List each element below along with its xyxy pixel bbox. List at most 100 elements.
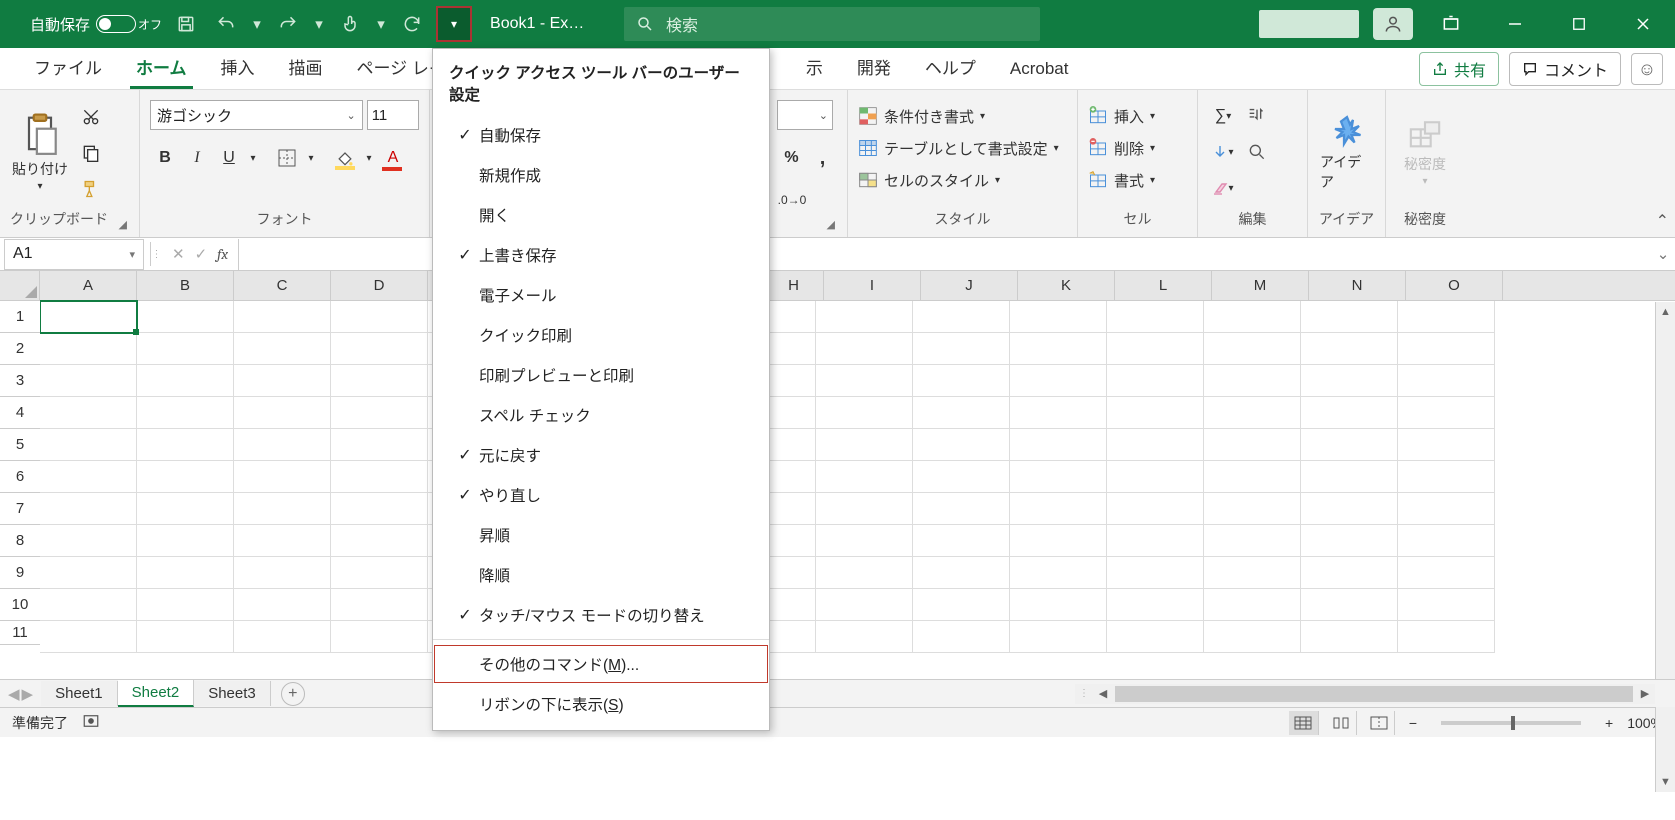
cell[interactable] [816,365,913,397]
page-break-view-icon[interactable] [1365,711,1395,735]
cell[interactable] [137,621,234,653]
cell[interactable] [816,621,913,653]
scroll-down-icon[interactable]: ▼ [1656,772,1675,792]
cell[interactable] [816,397,913,429]
cell[interactable] [137,589,234,621]
cell[interactable] [1204,493,1301,525]
col-header[interactable]: A [40,271,137,300]
cell[interactable] [1398,557,1495,589]
qat-menu-item[interactable]: ✓やり直し [433,475,769,515]
repeat-icon[interactable] [396,8,428,40]
cell[interactable] [40,525,137,557]
sheet-tab[interactable]: Sheet3 [194,681,271,706]
cell[interactable] [1107,429,1204,461]
fill-dropdown[interactable]: ▾ [362,144,376,172]
cell[interactable] [1204,525,1301,557]
cancel-formula-icon[interactable]: ✕ [172,245,185,263]
cell[interactable] [1010,493,1107,525]
percent-button[interactable]: % [777,144,806,172]
cell[interactable] [40,301,137,333]
cell[interactable] [816,461,913,493]
cell[interactable] [1010,365,1107,397]
border-button[interactable] [272,144,302,172]
cell[interactable] [1398,365,1495,397]
col-header[interactable]: C [234,271,331,300]
cell[interactable] [1301,493,1398,525]
cell[interactable] [234,557,331,589]
cell[interactable] [1204,301,1301,333]
cell[interactable] [1301,301,1398,333]
bold-button[interactable]: B [150,144,180,172]
ideas-button[interactable]: アイデア [1318,112,1375,194]
enter-formula-icon[interactable]: ✓ [195,245,208,263]
cell[interactable] [816,493,913,525]
cell[interactable] [40,589,137,621]
cell[interactable] [331,397,428,429]
cell[interactable] [40,557,137,589]
cell[interactable] [137,333,234,365]
tab-view-partial[interactable]: 示 [802,46,839,89]
redo-icon[interactable] [272,8,304,40]
cell[interactable] [1010,397,1107,429]
cell[interactable] [1204,333,1301,365]
cell[interactable] [137,557,234,589]
qat-customize-button[interactable]: ▾ [436,6,472,42]
underline-dropdown[interactable]: ▾ [246,144,260,172]
cell[interactable] [816,301,913,333]
cell[interactable] [331,589,428,621]
account-name-placeholder[interactable] [1259,10,1359,38]
col-header[interactable]: B [137,271,234,300]
cell[interactable] [1107,301,1204,333]
cell[interactable] [137,365,234,397]
cell[interactable] [913,333,1010,365]
format-painter-icon[interactable] [76,175,106,203]
cell[interactable] [40,429,137,461]
col-header[interactable]: N [1309,271,1406,300]
cell[interactable] [1301,589,1398,621]
comment-button[interactable]: コメント [1509,52,1621,86]
cell[interactable] [1107,333,1204,365]
share-button[interactable]: 共有 [1419,52,1499,86]
col-header[interactable]: M [1212,271,1309,300]
minimize-icon[interactable] [1483,0,1547,48]
cell[interactable] [913,525,1010,557]
cell[interactable] [1204,397,1301,429]
row-header[interactable]: 5 [0,429,40,461]
cell[interactable] [234,365,331,397]
qat-menu-item[interactable]: 昇順 [433,515,769,555]
expand-formula-bar-icon[interactable]: ⌄ [1651,245,1675,263]
qat-menu-item[interactable]: クイック印刷 [433,315,769,355]
cell[interactable] [331,621,428,653]
border-dropdown[interactable]: ▾ [304,144,318,172]
fx-button[interactable]: fx [217,245,228,263]
cell[interactable] [1398,429,1495,461]
cell[interactable] [1204,589,1301,621]
find-select-button[interactable] [1242,138,1272,166]
row-header[interactable]: 6 [0,461,40,493]
search-box[interactable]: 検索 [624,7,1040,41]
font-size-select[interactable]: 11 [367,100,419,130]
decrease-decimal-button[interactable]: .0→0 [777,186,807,214]
scroll-up-icon[interactable]: ▲ [1656,302,1675,322]
row-header[interactable]: 11 [0,621,40,645]
qat-menu-item[interactable]: 印刷プレビューと印刷 [433,355,769,395]
delete-cells-button[interactable]: 削除▾ [1088,134,1187,162]
tab-draw[interactable]: 描画 [273,46,339,89]
sheet-nav[interactable]: ◀▶ [0,685,41,703]
macro-record-icon[interactable] [82,712,100,733]
feedback-icon[interactable]: ☺ [1631,53,1663,85]
cell[interactable] [234,493,331,525]
number-format-select[interactable]: ⌄ [777,100,833,130]
qat-menu-item[interactable]: ✓自動保存 [433,115,769,155]
cell[interactable] [1301,429,1398,461]
qat-menu-item[interactable]: ✓元に戻す [433,435,769,475]
cell[interactable] [1204,557,1301,589]
redo-dropdown-icon[interactable]: ▾ [312,8,326,40]
cell[interactable] [913,589,1010,621]
cell[interactable] [234,525,331,557]
sheet-tab[interactable]: Sheet2 [118,680,195,707]
hscroll-split[interactable]: ⋮ [1075,688,1093,699]
sensitivity-button[interactable]: 秘密度▾ [1402,116,1448,189]
italic-button[interactable]: I [182,144,212,172]
underline-button[interactable]: U [214,144,244,172]
